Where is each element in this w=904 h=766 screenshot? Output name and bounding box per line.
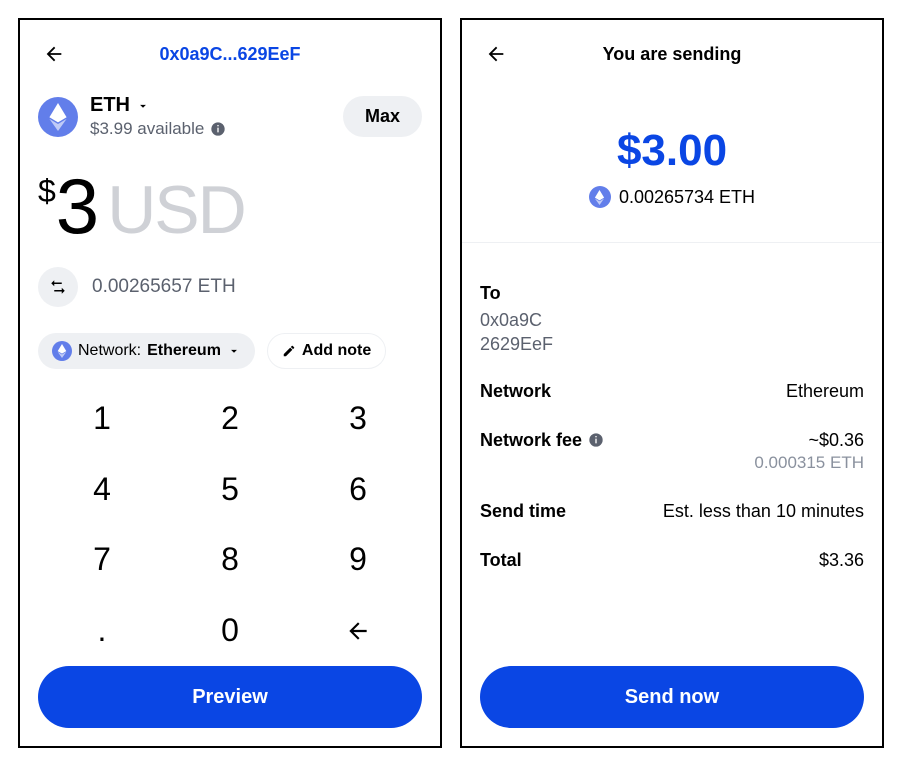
asset-symbol: ETH: [90, 94, 130, 117]
info-icon[interactable]: [588, 432, 604, 448]
send-amount-crypto: 0.00265734 ETH: [619, 187, 755, 208]
amount-display: $ 3 USD: [38, 167, 422, 245]
back-button[interactable]: [38, 38, 70, 70]
total-value: $3.36: [819, 550, 864, 571]
send-amount-usd: $3.00: [480, 126, 864, 176]
arrow-left-icon: [345, 618, 371, 644]
recipient-address: 0x0a9C...629EeF: [38, 44, 422, 65]
asset-selector-row: ETH $3.99 available Max: [38, 94, 422, 139]
header: 0x0a9C...629EeF: [38, 32, 422, 76]
key-backspace[interactable]: [294, 595, 422, 666]
key-5[interactable]: 5: [166, 454, 294, 525]
arrow-left-icon: [485, 43, 507, 65]
chips-row: Network: Ethereum Add note: [38, 333, 422, 369]
network-label: Network: [480, 381, 551, 402]
amount-summary: $3.00 0.00265734 ETH: [480, 126, 864, 242]
header: You are sending: [480, 32, 864, 76]
fee-value: ~$0.36: [808, 430, 864, 450]
send-now-button[interactable]: Send now: [480, 666, 864, 728]
key-7[interactable]: 7: [38, 525, 166, 596]
key-9[interactable]: 9: [294, 525, 422, 596]
total-label: Total: [480, 550, 522, 571]
fee-crypto: 0.000315 ETH: [754, 453, 864, 473]
key-2[interactable]: 2: [166, 383, 294, 454]
chevron-down-icon: [227, 344, 241, 358]
key-8[interactable]: 8: [166, 525, 294, 596]
currency-symbol: $: [38, 173, 56, 210]
fee-label: Network fee: [480, 430, 582, 451]
sendtime-label: Send time: [480, 501, 566, 522]
send-confirm-screen: You are sending $3.00 0.00265734 ETH To …: [460, 18, 884, 748]
amount-currency: USD: [107, 176, 245, 244]
crypto-equivalent: 0.00265657 ETH: [92, 276, 236, 298]
network-chip[interactable]: Network: Ethereum: [38, 333, 255, 369]
eth-icon: [38, 97, 78, 137]
swap-icon: [49, 278, 67, 296]
add-note-chip[interactable]: Add note: [267, 333, 386, 369]
pencil-icon: [282, 344, 296, 358]
crypto-equivalent-row: 0.00265657 ETH: [38, 267, 422, 307]
asset-selector[interactable]: ETH: [90, 94, 343, 117]
amount-value: 3: [56, 167, 97, 245]
key-4[interactable]: 4: [38, 454, 166, 525]
network-value: Ethereum: [786, 381, 864, 402]
back-button[interactable]: [480, 38, 512, 70]
key-3[interactable]: 3: [294, 383, 422, 454]
send-entry-screen: 0x0a9C...629EeF ETH $3.99 available Max …: [18, 18, 442, 748]
key-1[interactable]: 1: [38, 383, 166, 454]
chevron-down-icon: [136, 99, 150, 113]
fee-row: Network fee ~$0.36 0.000315 ETH: [480, 416, 864, 487]
total-row: Total $3.36: [480, 536, 864, 585]
eth-icon-small: [589, 186, 611, 208]
sendtime-row: Send time Est. less than 10 minutes: [480, 487, 864, 536]
key-6[interactable]: 6: [294, 454, 422, 525]
network-row: Network Ethereum: [480, 367, 864, 416]
key-dot[interactable]: .: [38, 595, 166, 666]
to-block: To 0x0a9C 2629EeF: [480, 265, 864, 367]
to-address-line2: 2629EeF: [480, 332, 864, 356]
sendtime-value: Est. less than 10 minutes: [663, 501, 864, 522]
info-icon[interactable]: [210, 121, 226, 137]
eth-icon-small: [52, 341, 72, 361]
asset-balance: $3.99 available: [90, 119, 343, 139]
page-title: You are sending: [480, 44, 864, 65]
to-label: To: [480, 283, 864, 304]
key-0[interactable]: 0: [166, 595, 294, 666]
swap-currency-button[interactable]: [38, 267, 78, 307]
preview-button[interactable]: Preview: [38, 666, 422, 728]
max-button[interactable]: Max: [343, 96, 422, 137]
numeric-keypad: 1 2 3 4 5 6 7 8 9 . 0: [38, 383, 422, 666]
divider: [462, 242, 882, 243]
to-address-line1: 0x0a9C: [480, 308, 864, 332]
details-list: To 0x0a9C 2629EeF Network Ethereum Netwo…: [480, 265, 864, 585]
arrow-left-icon: [43, 43, 65, 65]
